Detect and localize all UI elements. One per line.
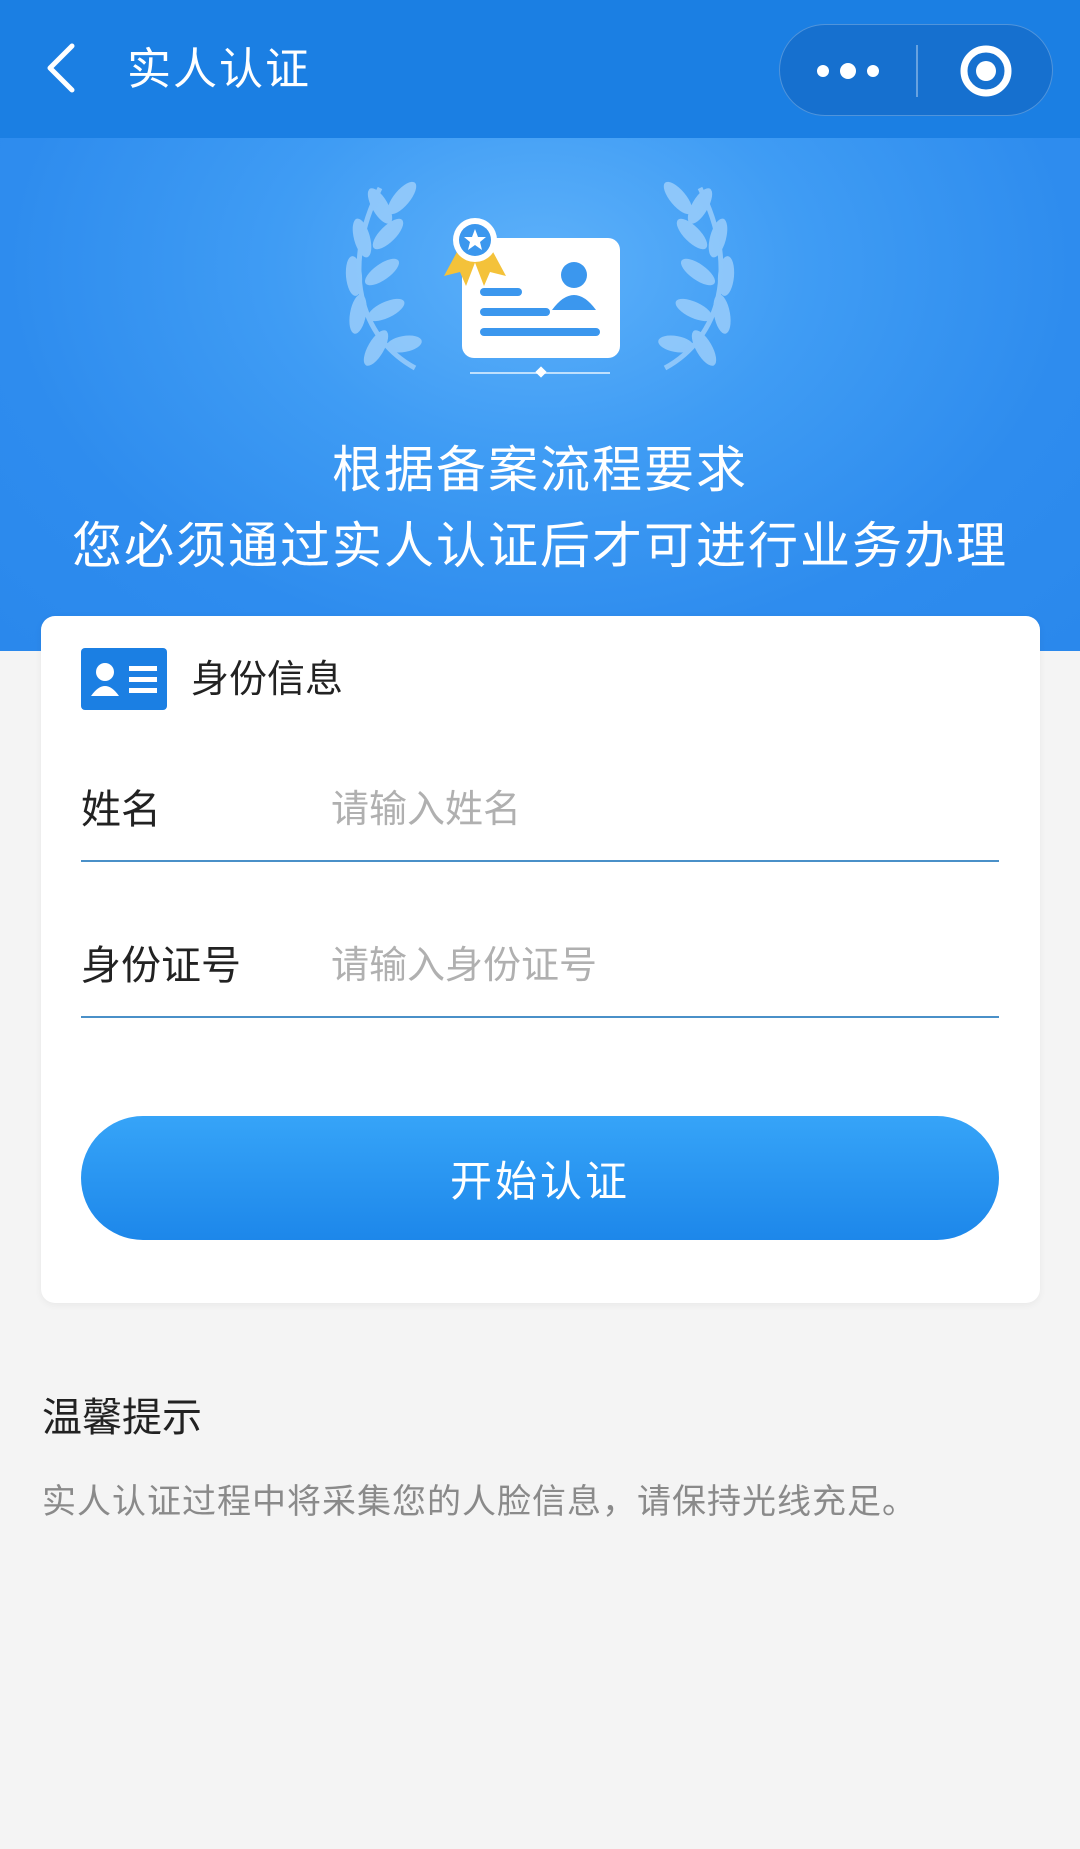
name-input[interactable]	[331, 776, 991, 842]
hero-line-2: 您必须通过实人认证后才可进行业务办理	[72, 517, 1008, 575]
id-number-input[interactable]	[331, 932, 991, 998]
more-dots-icon	[817, 63, 879, 79]
chevron-left-icon[interactable]	[40, 40, 88, 96]
id-card-award-illustration	[345, 181, 735, 378]
more-button[interactable]	[780, 25, 917, 117]
name-field: 姓名	[81, 752, 999, 862]
identity-card: 身份信息 姓名 身份证号 开始认证	[41, 616, 1040, 1303]
card-title: 身份信息	[191, 657, 344, 701]
id-card-icon	[81, 648, 167, 710]
name-label: 姓名	[81, 787, 161, 833]
nav-bar: 实人认证	[0, 0, 1080, 138]
id-number-underline	[81, 1016, 999, 1018]
close-button[interactable]	[918, 25, 1054, 117]
name-underline	[81, 860, 999, 862]
hero-line-1: 根据备案流程要求	[332, 441, 748, 499]
id-number-label: 身份证号	[81, 943, 241, 989]
tips-text: 实人认证过程中将采集您的人脸信息，请保持光线充足。	[42, 1482, 917, 1522]
mini-program-capsule	[779, 24, 1053, 116]
hero-banner: 根据备案流程要求 您必须通过实人认证后才可进行业务办理	[0, 138, 1080, 651]
tips-title: 温馨提示	[42, 1395, 202, 1441]
id-number-field: 身份证号	[81, 908, 999, 1018]
target-circle-icon	[960, 45, 1012, 97]
start-verification-button[interactable]: 开始认证	[81, 1116, 999, 1240]
page-title: 实人认证	[127, 44, 311, 95]
